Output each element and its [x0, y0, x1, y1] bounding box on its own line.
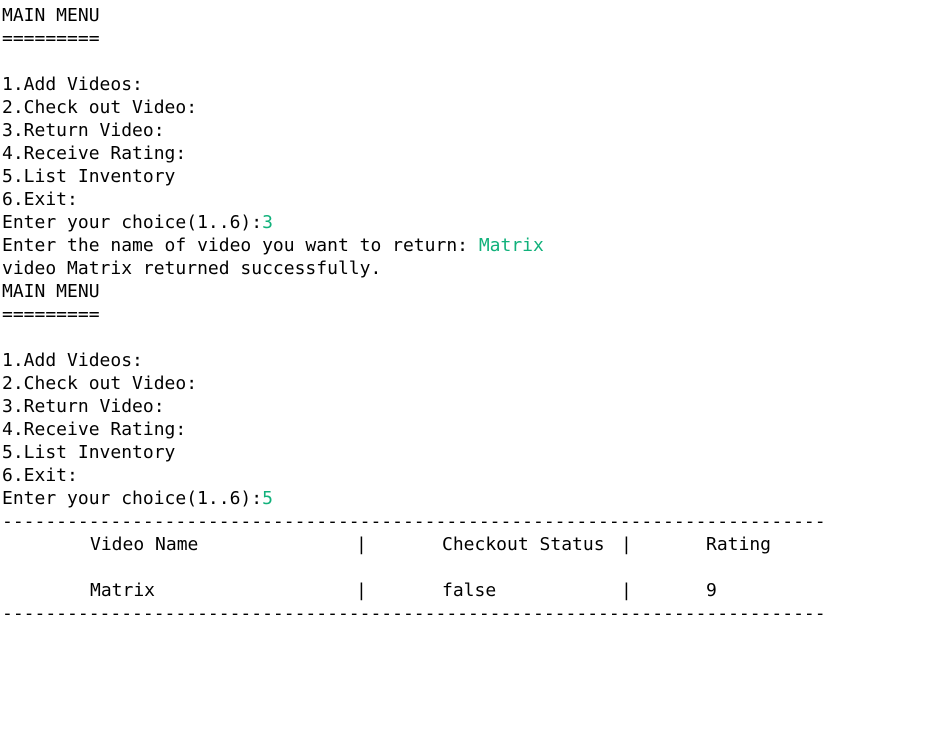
- menu-underline: =========: [2, 28, 100, 49]
- menu-item: 2.Check out Video:: [2, 373, 198, 394]
- menu-title: MAIN MENU: [2, 5, 100, 26]
- menu-item: 4.Receive Rating:: [2, 419, 187, 440]
- column-separator: |: [621, 580, 632, 601]
- table-header-row: Video Name | Checkout Status | Rating: [2, 533, 946, 556]
- column-separator: |: [356, 580, 367, 601]
- choice-input[interactable]: 5: [262, 488, 273, 509]
- choice-prompt: Enter your choice(1..6):: [2, 488, 263, 509]
- result-message: video Matrix returned successfully.: [2, 258, 382, 279]
- table-row: Matrix | false | 9: [2, 579, 946, 602]
- menu-item: 3.Return Video:: [2, 120, 165, 141]
- menu-underline: =========: [2, 304, 100, 325]
- cell-rating: 9: [706, 580, 717, 601]
- column-separator: |: [356, 534, 367, 555]
- choice-prompt-line: Enter your choice(1..6):5: [2, 487, 946, 510]
- header-rating: Rating: [706, 534, 772, 555]
- menu-item: 6.Exit:: [2, 465, 78, 486]
- column-separator: |: [621, 534, 632, 555]
- cell-video-name: Matrix: [90, 580, 156, 601]
- choice-input[interactable]: 3: [262, 212, 273, 233]
- return-name-input[interactable]: Matrix: [479, 235, 544, 256]
- table-bottom-rule: ----------------------------------------…: [2, 603, 826, 624]
- console-output: MAIN MENU ========= 1.Add Videos: 2.Chec…: [0, 0, 946, 625]
- menu-item: 6.Exit:: [2, 189, 78, 210]
- menu-item: 1.Add Videos:: [2, 74, 143, 95]
- cell-checkout-status: false: [442, 580, 497, 601]
- menu-item: 4.Receive Rating:: [2, 143, 187, 164]
- header-video-name: Video Name: [90, 534, 199, 555]
- menu-item: 2.Check out Video:: [2, 97, 198, 118]
- menu-item: 5.List Inventory: [2, 166, 176, 187]
- choice-prompt-line: Enter your choice(1..6):3: [2, 211, 946, 234]
- menu-title: MAIN MENU: [2, 281, 100, 302]
- header-checkout-status: Checkout Status: [442, 534, 605, 555]
- return-prompt: Enter the name of video you want to retu…: [2, 235, 479, 256]
- menu-item: 1.Add Videos:: [2, 350, 143, 371]
- menu-item: 3.Return Video:: [2, 396, 165, 417]
- choice-prompt: Enter your choice(1..6):: [2, 212, 263, 233]
- menu-item: 5.List Inventory: [2, 442, 176, 463]
- table-top-rule: ----------------------------------------…: [2, 511, 826, 532]
- return-prompt-line: Enter the name of video you want to retu…: [2, 234, 946, 257]
